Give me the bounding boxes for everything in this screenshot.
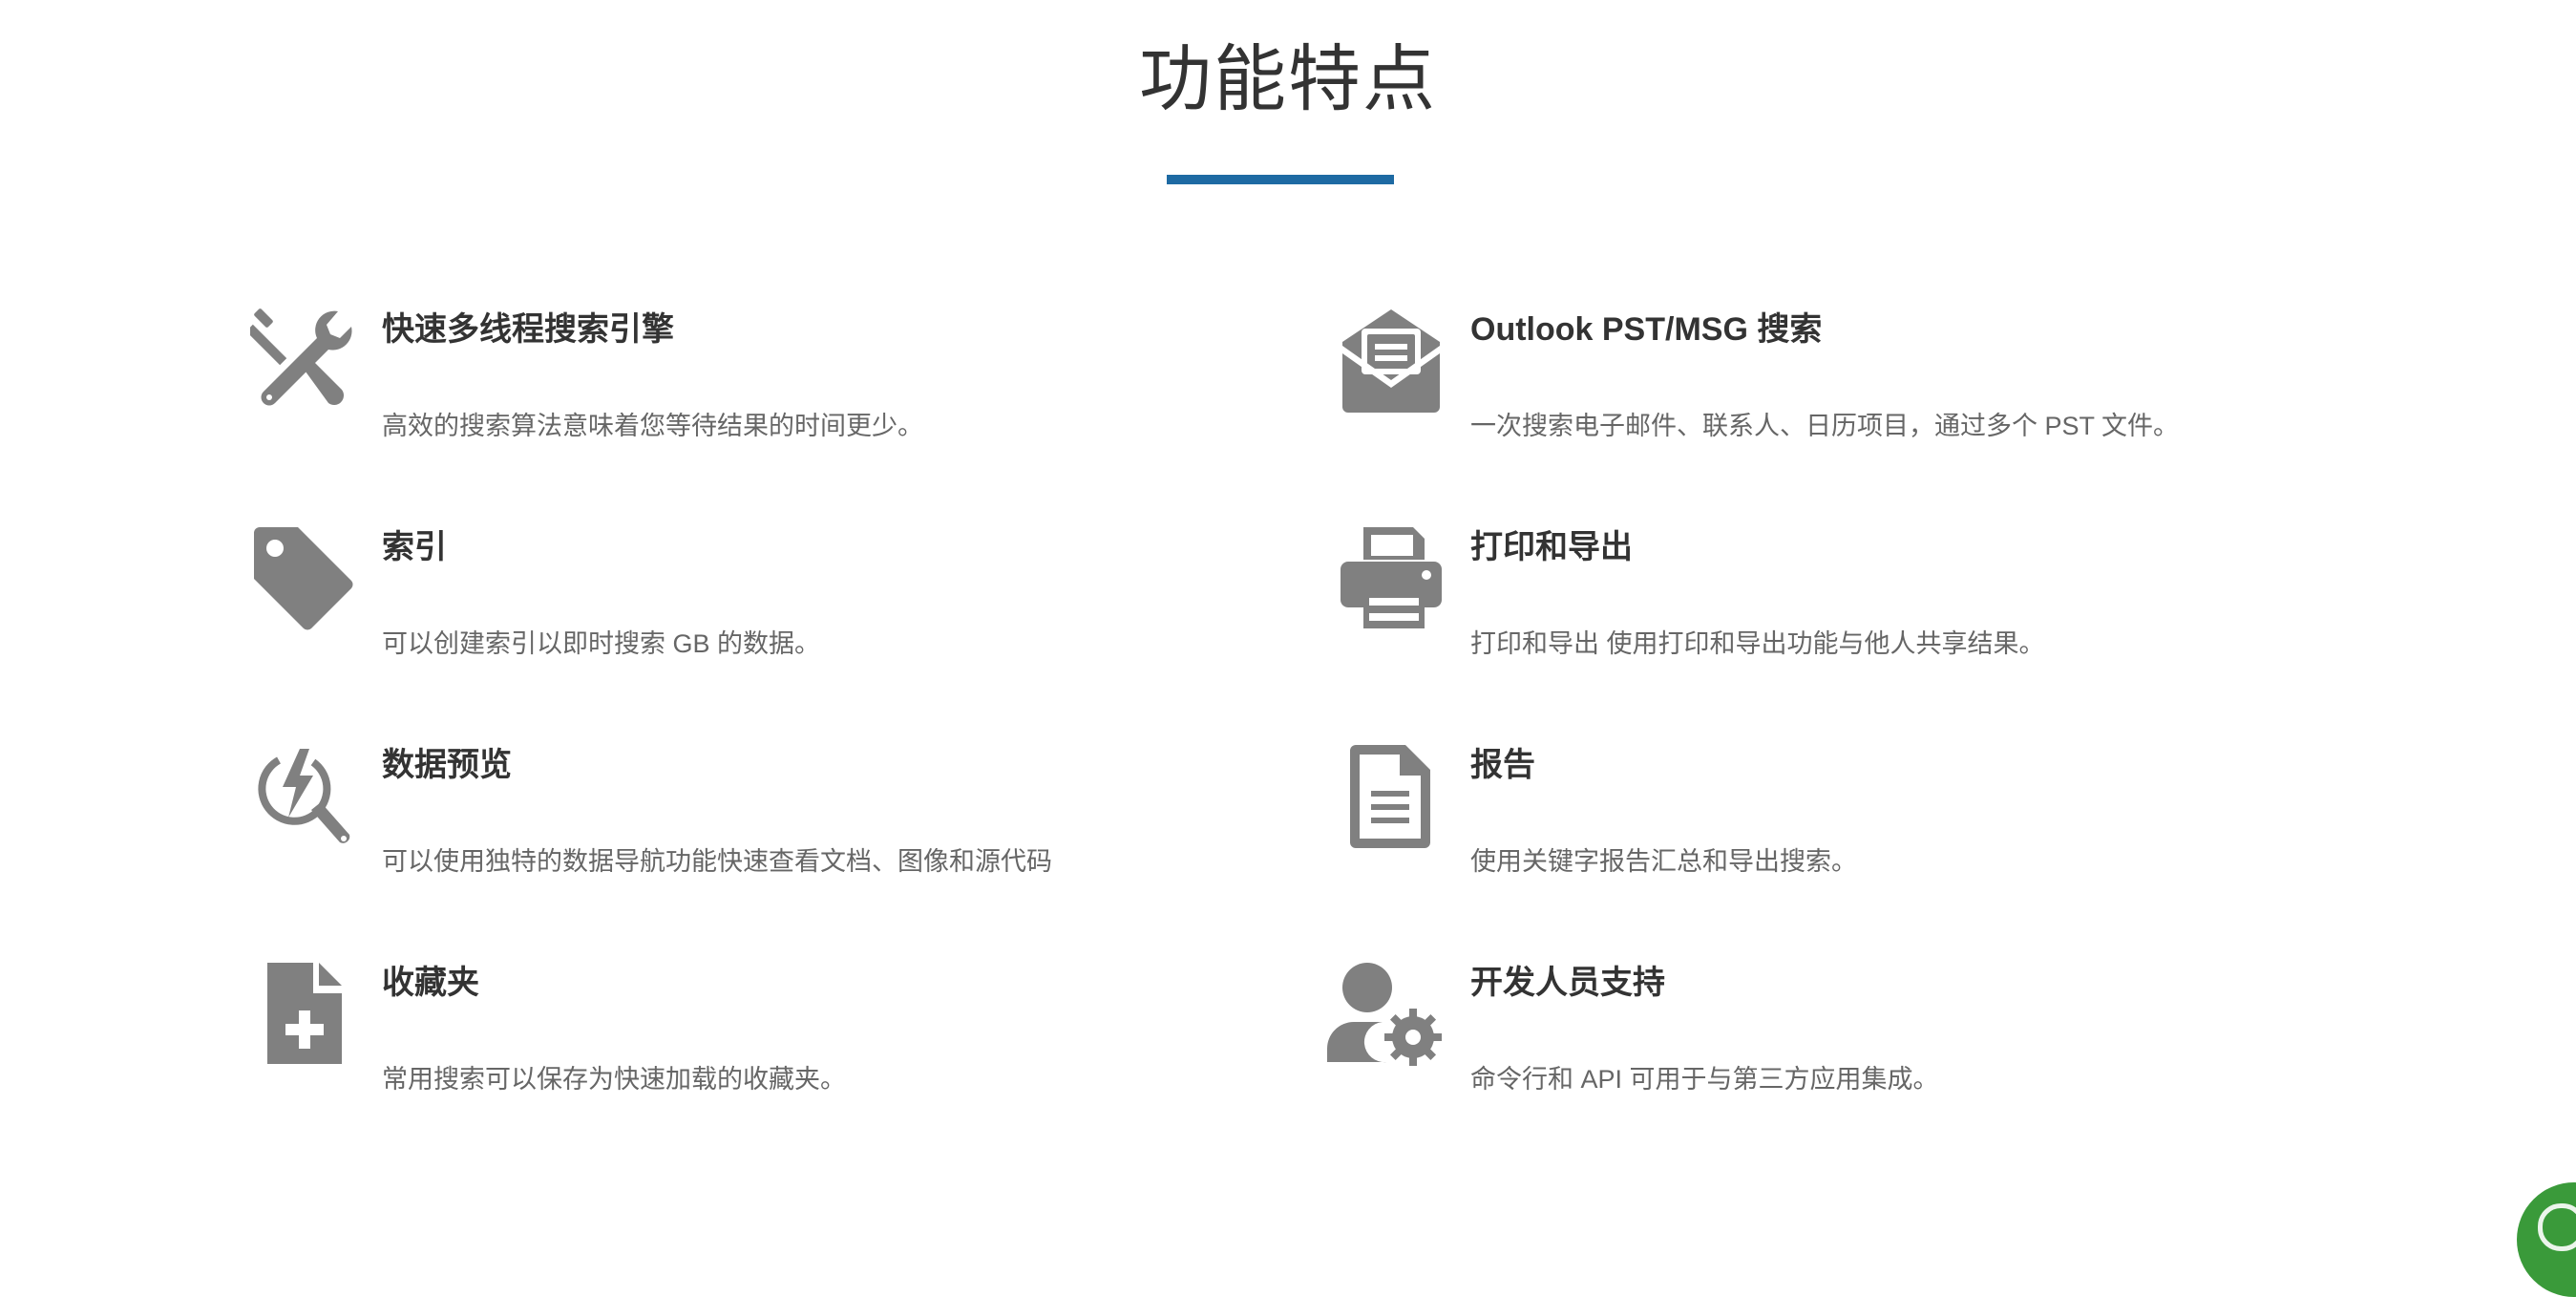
feature-print-export: 打印和导出 打印和导出 使用打印和导出功能与他人共享结果。 bbox=[1339, 525, 2389, 716]
feature-description: 一次搜索电子邮件、联系人、日历项目，通过多个 PST 文件。 bbox=[1470, 412, 2180, 440]
feature-description: 可以使用独特的数据导航功能快速查看文档、图像和源代码 bbox=[382, 847, 1052, 876]
feature-description: 命令行和 API 可用于与第三方应用集成。 bbox=[1470, 1065, 1939, 1094]
feature-title: 索引 bbox=[382, 529, 447, 565]
feature-title: Outlook PST/MSG 搜索 bbox=[1470, 311, 1823, 348]
feature-title: 报告 bbox=[1470, 747, 1535, 783]
title-underline bbox=[1167, 175, 1394, 184]
feature-title: 开发人员支持 bbox=[1470, 965, 1665, 1001]
section-title: 功能特点 bbox=[1139, 39, 1437, 120]
document-icon bbox=[1339, 743, 1444, 848]
user-gear-icon bbox=[1327, 961, 1444, 1066]
quick-preview-icon bbox=[250, 743, 355, 848]
feature-title: 打印和导出 bbox=[1470, 529, 1633, 565]
chat-widget-button[interactable] bbox=[2517, 1182, 2576, 1297]
feature-description: 可以创建索引以即时搜索 GB 的数据。 bbox=[382, 629, 821, 658]
tag-icon bbox=[250, 525, 355, 630]
feature-data-preview: 数据预览 可以使用独特的数据导航功能快速查看文档、图像和源代码 bbox=[250, 743, 1300, 934]
feature-description: 打印和导出 使用打印和导出功能与他人共享结果。 bbox=[1470, 629, 2045, 658]
feature-description: 使用关键字报告汇总和导出搜索。 bbox=[1470, 847, 1857, 876]
feature-outlook-search: Outlook PST/MSG 搜索 一次搜索电子邮件、联系人、日历项目，通过多… bbox=[1339, 308, 2389, 499]
feature-favorites: 收藏夹 常用搜索可以保存为快速加载的收藏夹。 bbox=[250, 961, 1300, 1152]
feature-description: 常用搜索可以保存为快速加载的收藏夹。 bbox=[382, 1065, 846, 1094]
chat-icon bbox=[2538, 1203, 2576, 1251]
feature-title: 快速多线程搜索引擎 bbox=[382, 311, 674, 348]
feature-fast-search: 快速多线程搜索引擎 高效的搜索算法意味着您等待结果的时间更少。 bbox=[250, 308, 1300, 499]
tools-icon bbox=[250, 308, 355, 413]
file-plus-icon bbox=[250, 961, 355, 1066]
feature-index: 索引 可以创建索引以即时搜索 GB 的数据。 bbox=[250, 525, 1300, 716]
feature-report: 报告 使用关键字报告汇总和导出搜索。 bbox=[1339, 743, 2389, 934]
feature-description: 高效的搜索算法意味着您等待结果的时间更少。 bbox=[382, 412, 923, 440]
printer-icon bbox=[1339, 525, 1444, 630]
feature-developer-support: 开发人员支持 命令行和 API 可用于与第三方应用集成。 bbox=[1327, 961, 2389, 1152]
feature-title: 收藏夹 bbox=[382, 965, 479, 1001]
feature-title: 数据预览 bbox=[382, 747, 512, 783]
open-envelope-icon bbox=[1339, 308, 1444, 413]
